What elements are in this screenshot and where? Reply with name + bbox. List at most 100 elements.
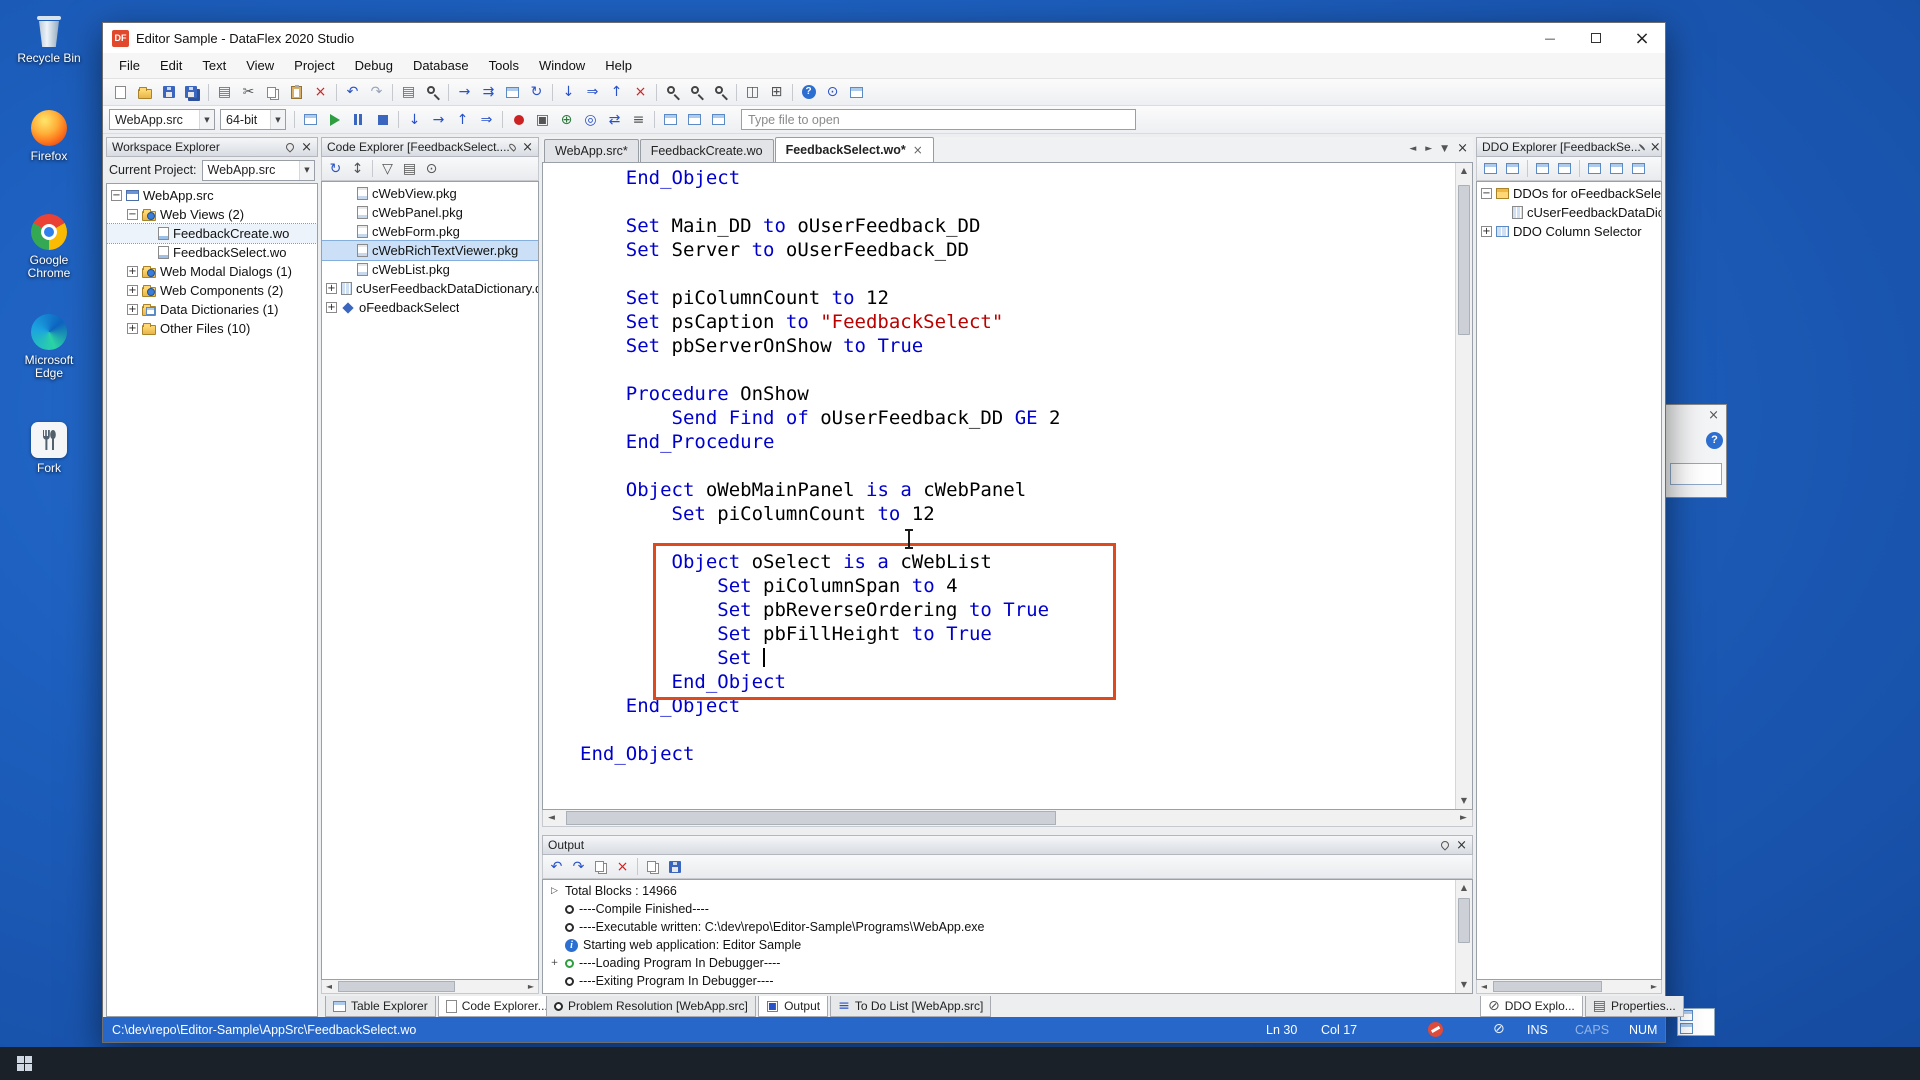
ddo-view-3-button[interactable] (1628, 159, 1649, 179)
table-explorer-tool-button[interactable] (659, 109, 682, 131)
document-tab[interactable]: FeedbackSelect.wo* (774, 137, 934, 162)
web-preview-button[interactable]: ◎ (579, 109, 602, 131)
panel-tab-ddo-explorer[interactable]: ⊘ DDO Explo... (1480, 996, 1583, 1017)
code-explorer-item[interactable]: cWebRichTextViewer.pkg (322, 240, 538, 261)
ddo-open-button[interactable] (1502, 159, 1523, 179)
cascade-windows-button[interactable]: ◫ (741, 81, 764, 103)
output-line[interactable]: Starting web application: Editor Sample (549, 936, 1452, 954)
desktop-icon-edge[interactable]: Microsoft Edge (8, 314, 90, 380)
collapse-icon[interactable]: − (111, 190, 122, 201)
editor-hscrollbar[interactable] (542, 810, 1473, 827)
dialog-close-icon[interactable] (1708, 409, 1719, 422)
menu-text[interactable]: Text (192, 53, 236, 78)
stop-button[interactable] (371, 109, 394, 131)
scroll-tabs-right-icon[interactable] (1425, 144, 1432, 154)
ce-refresh-button[interactable]: ↻ (325, 159, 346, 179)
panel-tab-todo-list[interactable]: ≡ To Do List [WebApp.src] (830, 996, 992, 1017)
compile-all-button[interactable]: ⇉ (477, 81, 500, 103)
output-vscrollbar[interactable] (1455, 880, 1472, 993)
find-in-files-button[interactable] (661, 81, 684, 103)
code-explorer-item[interactable]: cWebList.pkg (322, 260, 538, 279)
redo-button[interactable]: ↷ (365, 81, 388, 103)
ce-filter-button[interactable]: ▽ (377, 159, 398, 179)
document-tab[interactable]: FeedbackCreate.wo (639, 139, 774, 162)
minimize-button[interactable] (1527, 23, 1573, 53)
close-icon[interactable] (1456, 839, 1467, 852)
scroll-left-icon[interactable] (543, 810, 560, 826)
pin-icon[interactable] (1439, 839, 1451, 851)
zoom-out-button[interactable] (709, 81, 732, 103)
panel-tab-problem-resolution[interactable]: Problem Resolution [WebApp.src] (546, 996, 756, 1017)
collapse-icon[interactable]: − (127, 209, 138, 220)
menu-window[interactable]: Window (529, 53, 595, 78)
output-copy-all-button[interactable] (642, 857, 663, 877)
scroll-right-icon[interactable] (1647, 982, 1661, 991)
output-line[interactable]: + ----Loading Program In Debugger---- (549, 954, 1452, 972)
scroll-down-icon[interactable] (1456, 977, 1472, 993)
workspace-tree-item[interactable]: + Web Components (2) (107, 281, 317, 300)
build-workspace-button[interactable] (501, 81, 524, 103)
database-builder-button[interactable] (683, 109, 706, 131)
output-save-button[interactable] (664, 857, 685, 877)
title-bar[interactable]: DF Editor Sample - DataFlex 2020 Studio (103, 23, 1665, 53)
project-combo[interactable]: WebApp.src (109, 109, 215, 130)
compile-button[interactable]: → (453, 81, 476, 103)
ddo-columns-button[interactable] (1532, 159, 1553, 179)
expand-icon[interactable]: + (326, 283, 337, 294)
toggle-breakpoint-button[interactable] (507, 109, 530, 131)
code-editor[interactable]: End_Object Set Main_DD to oUserFeedback_… (542, 162, 1473, 810)
menu-view[interactable]: View (236, 53, 284, 78)
code-explorer-item[interactable]: cWebForm.pkg (322, 222, 538, 241)
scroll-down-icon[interactable] (1456, 793, 1472, 809)
save-button[interactable] (157, 81, 180, 103)
tab-list-icon[interactable] (1441, 144, 1448, 154)
ddo-relates-button[interactable] (1554, 159, 1575, 179)
dialog-input[interactable] (1670, 463, 1722, 485)
close-icon[interactable] (1650, 141, 1661, 154)
output-prev-button[interactable]: ↶ (546, 857, 567, 877)
workspace-tree-item[interactable]: − WebApp.src (107, 186, 317, 205)
output-copy-button[interactable] (590, 857, 611, 877)
error-indicator-icon[interactable] (1428, 1022, 1443, 1037)
code-explorer-item[interactable]: cWebView.pkg (322, 184, 538, 203)
desktop-icon-chrome[interactable]: Google Chrome (8, 214, 90, 280)
current-project-combo[interactable]: WebApp.src (201, 159, 315, 181)
scroll-right-icon[interactable] (524, 982, 538, 991)
file-open-input[interactable] (741, 109, 1136, 130)
desktop-icon-fork[interactable]: Fork (8, 422, 90, 475)
workspace-tree-item[interactable]: + Web Modal Dialogs (1) (107, 262, 317, 281)
stop-debugging-button[interactable]: × (629, 81, 652, 103)
ddo-view-2-button[interactable] (1606, 159, 1627, 179)
ddo-tree-item[interactable]: − DDOs for oFeedbackSele... (1477, 184, 1661, 203)
scrollbar-thumb[interactable] (1458, 898, 1470, 943)
collapse-icon[interactable]: − (1481, 188, 1492, 199)
output-line[interactable]: ----Compile Finished---- (549, 900, 1452, 918)
list-view-button[interactable]: ≡ (627, 109, 650, 131)
scroll-up-icon[interactable] (1456, 880, 1472, 896)
menu-database[interactable]: Database (403, 53, 479, 78)
panel-tab-table-explorer[interactable]: Table Explorer (325, 996, 436, 1017)
menu-debug[interactable]: Debug (345, 53, 403, 78)
table-list-button[interactable] (845, 81, 868, 103)
debug-step-out-button[interactable]: ↑ (451, 109, 474, 131)
code-explorer-hscrollbar[interactable] (321, 980, 539, 994)
arch-combo[interactable]: 64-bit (220, 109, 286, 130)
pause-button[interactable] (347, 109, 370, 131)
close-icon[interactable] (301, 141, 312, 154)
new-file-button[interactable] (109, 81, 132, 103)
menu-edit[interactable]: Edit (150, 53, 192, 78)
output-list[interactable]: ▷ Total Blocks : 14966 ----Compile Finishe… (542, 879, 1473, 994)
ce-group-button[interactable]: ▤ (399, 159, 420, 179)
sync-web-app-button[interactable]: ⇄ (603, 109, 626, 131)
scrollbar-thumb[interactable] (566, 811, 1056, 825)
ddo-hscrollbar[interactable] (1476, 980, 1662, 994)
workspace-tree-item[interactable]: − Web Views (2) (107, 205, 317, 224)
workspace-tree-item[interactable]: FeedbackSelect.wo (107, 243, 317, 262)
scrollbar-thumb[interactable] (1493, 981, 1603, 992)
output-expander-icon[interactable]: ▷ (549, 886, 560, 897)
ddo-view-1-button[interactable] (1584, 159, 1605, 179)
sql-connection-button[interactable] (707, 109, 730, 131)
editor-vscrollbar[interactable] (1455, 163, 1472, 809)
step-over-button[interactable]: ⇒ (581, 81, 604, 103)
code-area[interactable]: End_Object Set Main_DD to oUserFeedback_… (543, 163, 1455, 809)
